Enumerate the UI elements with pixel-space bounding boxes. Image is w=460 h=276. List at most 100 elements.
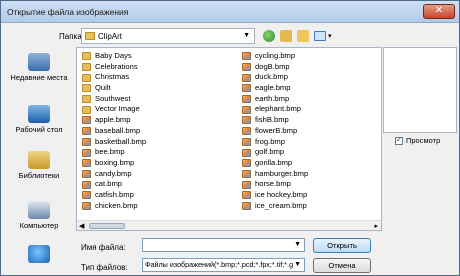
- bmp-file-icon: [242, 52, 251, 61]
- file-item[interactable]: dogB.bmp: [242, 62, 308, 73]
- file-name: chicken.bmp: [95, 200, 138, 210]
- computer-icon: [28, 201, 50, 219]
- folder-item[interactable]: Southwest: [82, 94, 146, 105]
- file-name: apple.bmp: [95, 115, 131, 125]
- open-image-dialog: Открытие файла изображения ✕ Папка: Clip…: [0, 0, 460, 276]
- scroll-left-icon[interactable]: ◀: [79, 222, 84, 230]
- folder-icon: [82, 84, 91, 93]
- preview-checkbox-label: Просмотр: [406, 136, 441, 145]
- file-item[interactable]: cat.bmp: [82, 179, 146, 190]
- bmp-file-icon: [242, 105, 251, 114]
- place-recent[interactable]: Недавние места: [5, 53, 73, 82]
- up-folder-icon[interactable]: [280, 30, 292, 42]
- file-item[interactable]: apple.bmp: [82, 115, 146, 126]
- file-name: bee.bmp: [95, 147, 125, 157]
- navigation-toolbar: ▾: [263, 28, 332, 44]
- cancel-button[interactable]: Отмена: [313, 258, 371, 273]
- place-computer[interactable]: Компьютер: [5, 201, 73, 230]
- place-desktop[interactable]: Рабочий стол: [5, 105, 73, 134]
- folder-item[interactable]: Celebrations: [82, 62, 146, 73]
- places-bar: Недавние места Рабочий стол Библиотеки К…: [5, 47, 73, 273]
- place-label: Библиотеки: [18, 171, 60, 180]
- folder-item[interactable]: Baby Days: [82, 51, 146, 62]
- bmp-file-icon: [242, 201, 251, 210]
- bmp-file-icon: [242, 148, 251, 157]
- place-network[interactable]: [5, 245, 73, 265]
- file-item[interactable]: duck.bmp: [242, 72, 308, 83]
- file-name: candy.bmp: [95, 168, 132, 178]
- folder-icon: [82, 105, 91, 114]
- file-item[interactable]: gorilla.bmp: [242, 158, 308, 169]
- file-name: Southwest: [95, 93, 131, 103]
- file-item[interactable]: fishB.bmp: [242, 115, 308, 126]
- view-menu-chevron-icon[interactable]: ▾: [328, 32, 332, 40]
- file-item[interactable]: eagle.bmp: [242, 83, 308, 94]
- bmp-file-icon: [242, 73, 251, 82]
- bmp-file-icon: [82, 169, 91, 178]
- file-item[interactable]: elephant.bmp: [242, 104, 308, 115]
- back-icon[interactable]: [263, 30, 275, 42]
- folder-item[interactable]: Vector Image: [82, 104, 146, 115]
- file-name: golf.bmp: [255, 147, 285, 157]
- scrollbar-thumb[interactable]: [89, 223, 125, 229]
- chevron-down-icon[interactable]: ▼: [294, 241, 301, 248]
- file-item[interactable]: boxing.bmp: [82, 158, 146, 169]
- new-folder-icon[interactable]: [297, 30, 309, 42]
- view-menu-icon[interactable]: [314, 31, 326, 41]
- folder-combobox[interactable]: ClipArt ▼: [81, 28, 255, 44]
- folder-item[interactable]: Quilt: [82, 83, 146, 94]
- filetype-label: Тип файлов:: [81, 263, 128, 272]
- bmp-file-icon: [242, 116, 251, 125]
- preview-pane: [383, 47, 457, 133]
- file-item[interactable]: ice_cream.bmp: [242, 201, 308, 212]
- file-name: dogB.bmp: [255, 61, 290, 71]
- file-name: ice hockey.bmp: [255, 189, 308, 199]
- file-item[interactable]: flowerB.bmp: [242, 126, 308, 137]
- filetype-value: Файлы изображений(*.bmp;*.pcd;*.fpx;*.ti…: [145, 260, 294, 269]
- bmp-file-icon: [242, 95, 251, 104]
- file-name: flowerB.bmp: [255, 125, 298, 135]
- file-item[interactable]: bee.bmp: [82, 147, 146, 158]
- folder-item[interactable]: Christmas: [82, 72, 146, 83]
- file-item[interactable]: chicken.bmp: [82, 201, 146, 212]
- network-icon: [28, 245, 50, 263]
- file-item[interactable]: cycling.bmp: [242, 51, 308, 62]
- filetype-select[interactable]: Файлы изображений(*.bmp;*.pcd;*.fpx;*.ti…: [142, 258, 305, 272]
- bmp-file-icon: [82, 148, 91, 157]
- file-item[interactable]: candy.bmp: [82, 169, 146, 180]
- file-item[interactable]: basketball.bmp: [82, 137, 146, 148]
- file-name: cat.bmp: [95, 179, 123, 189]
- filename-input[interactable]: ▼: [142, 238, 305, 252]
- scroll-right-icon[interactable]: ▸: [374, 222, 378, 230]
- bmp-file-icon: [242, 159, 251, 168]
- file-name: duck.bmp: [255, 72, 288, 82]
- file-item[interactable]: hamburger.bmp: [242, 169, 308, 180]
- file-name: Baby Days: [95, 51, 132, 60]
- file-name: Christmas: [95, 72, 130, 82]
- chevron-down-icon[interactable]: ▼: [243, 32, 250, 39]
- file-list[interactable]: Baby Days Celebrations Christmas Quilt South…: [76, 47, 382, 231]
- file-item[interactable]: frog.bmp: [242, 137, 308, 148]
- file-item[interactable]: golf.bmp: [242, 147, 308, 158]
- file-item[interactable]: earth.bmp: [242, 94, 308, 105]
- file-item[interactable]: horse.bmp: [242, 179, 308, 190]
- place-libraries[interactable]: Библиотеки: [5, 151, 73, 180]
- file-name: catfish.bmp: [95, 189, 134, 199]
- bmp-file-icon: [242, 169, 251, 178]
- file-name: fishB.bmp: [255, 115, 289, 125]
- file-item[interactable]: catfish.bmp: [82, 190, 146, 201]
- checkbox-checked-icon[interactable]: [395, 135, 403, 145]
- chevron-down-icon[interactable]: ▼: [294, 259, 301, 271]
- file-column-2: cycling.bmp dogB.bmp duck.bmp eagle.bmp eart…: [242, 51, 308, 211]
- open-button[interactable]: Открыть: [313, 238, 371, 253]
- close-button[interactable]: ✕: [423, 4, 455, 19]
- file-name: baseball.bmp: [95, 125, 141, 135]
- file-item[interactable]: baseball.bmp: [82, 126, 146, 137]
- file-name: Celebrations: [95, 61, 138, 71]
- horizontal-scrollbar[interactable]: ◀ ▸: [77, 220, 381, 230]
- title-bar[interactable]: Открытие файла изображения ✕: [1, 1, 459, 23]
- file-name: gorilla.bmp: [255, 157, 293, 167]
- preview-checkbox[interactable]: Просмотр: [395, 135, 441, 145]
- file-name: eagle.bmp: [255, 83, 291, 93]
- file-item[interactable]: ice hockey.bmp: [242, 190, 308, 201]
